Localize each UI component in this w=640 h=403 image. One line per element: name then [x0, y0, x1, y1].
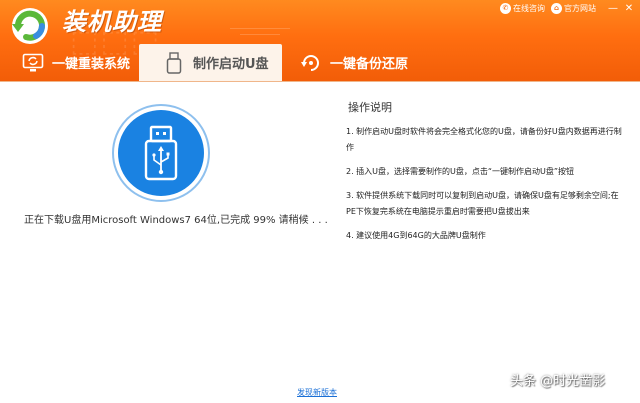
tab-make-usb[interactable]: 制作启动U盘 — [139, 44, 282, 81]
tab-reinstall-label: 一键重装系统 — [52, 57, 131, 72]
refresh-logo-icon — [6, 4, 56, 46]
usb-circle — [118, 110, 204, 196]
instructions-list: 1. 制作启动U盘时软件将会完全格式化您的U盘，请备份好U盘内数据再进行制作 2… — [346, 124, 626, 252]
close-button[interactable]: ✕ — [622, 3, 636, 15]
tab-backup-restore-label: 一键备份还原 — [330, 57, 409, 72]
top-links: ✆ 在线咨询 ⌂ 官方网站 — [500, 3, 596, 14]
tab-backup-restore[interactable]: 一键备份还原 — [300, 44, 430, 81]
instruction-item: 3. 软件提供系统下载同时可以复制到启动U盘，请确保U盘有足够剩余空间;在PE下… — [346, 191, 619, 216]
new-version-link[interactable]: 发现新版本 — [297, 387, 337, 398]
main-panel: 正在下载U盘用Microsoft Windows7 64位,已完成 99% 请稍… — [0, 81, 640, 403]
instruction-item: 1. 制作启动U盘时软件将会完全格式化您的U盘，请备份好U盘内数据再进行制作 — [346, 127, 622, 152]
official-site-link[interactable]: ⌂ 官方网站 — [551, 3, 596, 14]
app-title: 装机助理 — [62, 8, 162, 36]
instruction-item: 4. 建议使用4G到64G的大品牌U盘制作 — [346, 231, 486, 240]
header-decoration-line — [230, 28, 290, 29]
minimize-button[interactable]: — — [606, 3, 620, 15]
backup-restore-icon — [300, 52, 322, 74]
title-bar: ⬚⬚⬚ 装机助理 ✆ 在线咨询 ⌂ 官方网站 — ✕ 一键重装系统 制作启动U盘… — [0, 0, 640, 81]
chat-icon: ✆ — [500, 3, 511, 14]
official-site-label: 官方网站 — [564, 4, 596, 13]
usb-icon — [144, 125, 178, 181]
header-decoration-line — [240, 34, 280, 35]
usb-progress-ring — [112, 104, 210, 202]
watermark: 头条 @时光凿影 — [510, 374, 606, 389]
usb-drive-icon — [163, 51, 185, 74]
reinstall-icon — [22, 52, 44, 74]
tab-make-usb-label: 制作启动U盘 — [193, 57, 269, 72]
download-progress-text: 正在下载U盘用Microsoft Windows7 64位,已完成 99% 请稍… — [24, 215, 328, 226]
tab-reinstall-system[interactable]: 一键重装系统 — [22, 44, 142, 81]
instruction-item: 2. 插入U盘，选择需要制作的U盘，点击“一键制作启动U盘”按钮 — [346, 167, 575, 176]
home-icon: ⌂ — [551, 3, 562, 14]
online-consult-link[interactable]: ✆ 在线咨询 — [500, 3, 545, 14]
online-consult-label: 在线咨询 — [513, 4, 545, 13]
instructions-title: 操作说明 — [348, 101, 392, 114]
tab-bar: 一键重装系统 制作启动U盘 一键备份还原 — [0, 44, 640, 81]
